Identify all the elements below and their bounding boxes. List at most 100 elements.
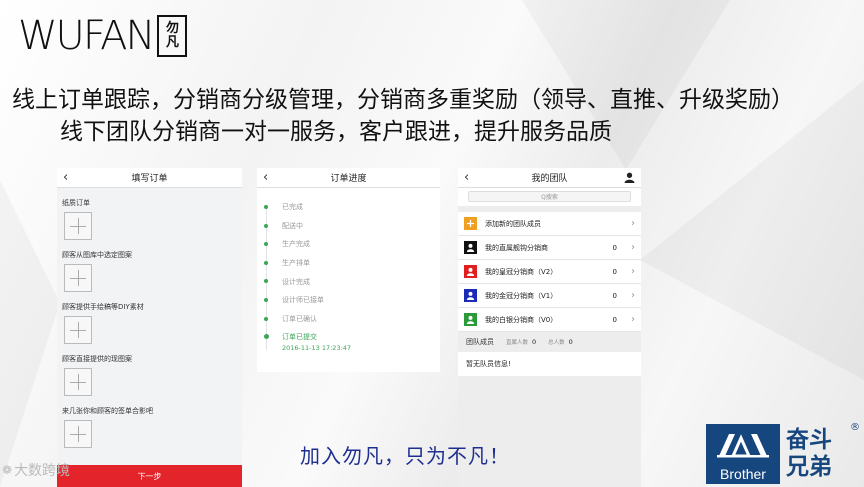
section-label: 顾客提供手绘稿等DIY素材 bbox=[62, 303, 144, 311]
direct-count-label: 直属人数 bbox=[506, 340, 529, 346]
chevron-right-icon: › bbox=[631, 314, 635, 325]
logo-text: WUFAN bbox=[18, 13, 155, 59]
team-row-count: 0 bbox=[612, 267, 617, 276]
section-label: 纸质订单 bbox=[62, 199, 90, 207]
team-row-v0[interactable]: 我的白银分销商（V0） 0 › bbox=[458, 308, 641, 332]
progress-step-current: 订单已提交 2016-11-13 17:23:47 bbox=[257, 328, 440, 356]
member-icon bbox=[464, 289, 477, 302]
brand-cn-line2: 兄弟 bbox=[786, 454, 832, 480]
chevron-right-icon: › bbox=[631, 242, 635, 253]
step-label: 已完成 bbox=[282, 203, 303, 212]
wufan-logo: WUFAN 勿 凡 bbox=[18, 12, 188, 60]
order-progress-screen: ‹ 订单进度 已完成 配送中 生产完成 生产排单 设计完成 设计师已接单 订单已… bbox=[257, 168, 440, 372]
watermark: ❁ 大数跨境 bbox=[2, 460, 70, 480]
total-count-value: 0 bbox=[568, 338, 573, 346]
brand-en: Brother bbox=[720, 466, 766, 482]
bg-facet bbox=[640, 80, 864, 380]
brand-figures-icon bbox=[717, 434, 769, 458]
add-image-icon[interactable] bbox=[64, 316, 92, 344]
logo-box-bottom: 凡 bbox=[165, 35, 179, 50]
slogan: 加入勿凡，只为不凡！ bbox=[300, 444, 510, 468]
step-dot-icon bbox=[264, 223, 268, 228]
brand-cn: 奋斗 兄弟 bbox=[786, 424, 832, 484]
team-row-label: 我的白银分销商（V0） bbox=[485, 315, 558, 324]
add-image-icon[interactable] bbox=[64, 264, 92, 292]
member-icon bbox=[464, 241, 477, 254]
logo-box-top: 勿 bbox=[165, 21, 179, 36]
watermark-text: 大数跨境 bbox=[14, 463, 71, 479]
team-row-direct[interactable]: 我的直属舰钩分销商 0 › bbox=[458, 236, 641, 260]
step-dot-icon bbox=[264, 279, 268, 284]
progress-step: 生产完成 bbox=[257, 235, 440, 254]
team-row-v1[interactable]: 我的金冠分销商（V1） 0 › bbox=[458, 284, 641, 308]
step-label: 生产排单 bbox=[282, 259, 310, 268]
team-row-count: 0 bbox=[612, 243, 617, 252]
back-arrow-icon[interactable]: ‹ bbox=[263, 170, 268, 185]
chevron-right-icon: › bbox=[631, 290, 635, 301]
add-image-icon[interactable] bbox=[64, 368, 92, 396]
step-dot-icon bbox=[264, 260, 268, 265]
team-row-count: 0 bbox=[612, 315, 617, 324]
headline-line1: 线上订单跟踪，分销商分级管理，分销商多重奖励（领导、直推、升级奖励） bbox=[12, 87, 794, 113]
screen-title: 我的团队 bbox=[531, 174, 568, 184]
team-row-label: 我的金冠分销商（V1） bbox=[485, 291, 558, 300]
nav-bar: ‹ 填写订单 bbox=[57, 168, 242, 188]
add-image-icon[interactable] bbox=[64, 420, 92, 448]
progress-step: 生产排单 bbox=[257, 254, 440, 273]
step-dot-icon bbox=[264, 334, 269, 340]
step-label: 生产完成 bbox=[282, 240, 310, 249]
step-label: 配送中 bbox=[282, 221, 303, 230]
step-dot-icon bbox=[264, 316, 268, 321]
progress-step: 订单已确认 bbox=[257, 310, 440, 329]
headline-line2: 线下团队分销商一对一服务，客户跟进，提升服务品质 bbox=[60, 119, 612, 145]
search-bar: Q搜索 bbox=[458, 188, 641, 206]
section-label: 顾客从图库中选定图案 bbox=[62, 251, 132, 259]
brand-cn-line1: 奋斗 bbox=[786, 427, 832, 453]
direct-count-value: 0 bbox=[532, 338, 537, 346]
logo-box: 勿 凡 bbox=[157, 15, 188, 57]
team-stats: 团队成员 直属人数 0 总人数 0 bbox=[458, 332, 641, 352]
total-count-label: 总人数 bbox=[548, 340, 565, 346]
watermark-icon: ❁ bbox=[2, 463, 13, 477]
chevron-right-icon: › bbox=[631, 218, 635, 229]
team-row-v2[interactable]: 我的皇冠分销商（V2） 0 › bbox=[458, 260, 641, 284]
step-label: 订单已提交 bbox=[282, 333, 317, 342]
progress-step: 配送中 bbox=[257, 217, 440, 236]
nav-bar: ‹ 订单进度 bbox=[257, 168, 440, 188]
team-row-label: 我的皇冠分销商（V2） bbox=[485, 267, 558, 276]
team-row-count: 0 bbox=[612, 291, 617, 300]
registered-mark: ® bbox=[850, 422, 860, 433]
screen-title: 填写订单 bbox=[131, 174, 168, 184]
empty-state-text: 暂无队员信息! bbox=[458, 352, 641, 376]
back-arrow-icon[interactable]: ‹ bbox=[464, 170, 469, 185]
progress-step: 设计完成 bbox=[257, 272, 440, 291]
order-form-screen: ‹ 填写订单 纸质订单 顾客从图库中选定图案 顾客提供手绘稿等DIY素材 顾客直… bbox=[57, 168, 242, 487]
team-row-add-member[interactable]: 添加新的团队成员 › bbox=[458, 212, 641, 236]
member-icon bbox=[464, 313, 477, 326]
next-step-button[interactable]: 下一步 bbox=[57, 465, 242, 487]
member-icon bbox=[464, 265, 477, 278]
step-timestamp: 2016-11-13 17:23:47 bbox=[282, 344, 352, 353]
chevron-right-icon: › bbox=[631, 266, 635, 277]
brother-brand-logo: Brother 奋斗 兄弟 ® bbox=[706, 422, 860, 484]
step-label: 设计师已接单 bbox=[282, 296, 324, 305]
nav-bar: ‹ 我的团队 bbox=[458, 168, 641, 188]
user-icon[interactable] bbox=[624, 172, 635, 183]
progress-step: 设计师已接单 bbox=[257, 291, 440, 310]
step-label: 订单已确认 bbox=[282, 314, 317, 323]
screen-title: 订单进度 bbox=[330, 174, 367, 184]
team-row-label: 添加新的团队成员 bbox=[485, 219, 541, 228]
step-dot-icon bbox=[264, 205, 268, 209]
search-input[interactable]: Q搜索 bbox=[468, 191, 631, 202]
section-label: 顾客直接提供的现图案 bbox=[62, 355, 132, 363]
progress-step: 已完成 bbox=[257, 198, 440, 217]
step-dot-icon bbox=[264, 297, 268, 302]
add-image-icon[interactable] bbox=[64, 212, 92, 240]
add-member-icon bbox=[464, 217, 477, 230]
team-stats-title: 团队成员 bbox=[466, 338, 494, 346]
back-arrow-icon[interactable]: ‹ bbox=[63, 170, 68, 185]
section-label: 来几张你和顾客的签单合影吧 bbox=[62, 407, 153, 415]
bg-facet bbox=[0, 180, 60, 487]
team-row-label: 我的直属舰钩分销商 bbox=[485, 243, 548, 252]
team-list: 添加新的团队成员 › 我的直属舰钩分销商 0 › 我的皇冠分销商（V2） 0 ›… bbox=[458, 212, 641, 332]
